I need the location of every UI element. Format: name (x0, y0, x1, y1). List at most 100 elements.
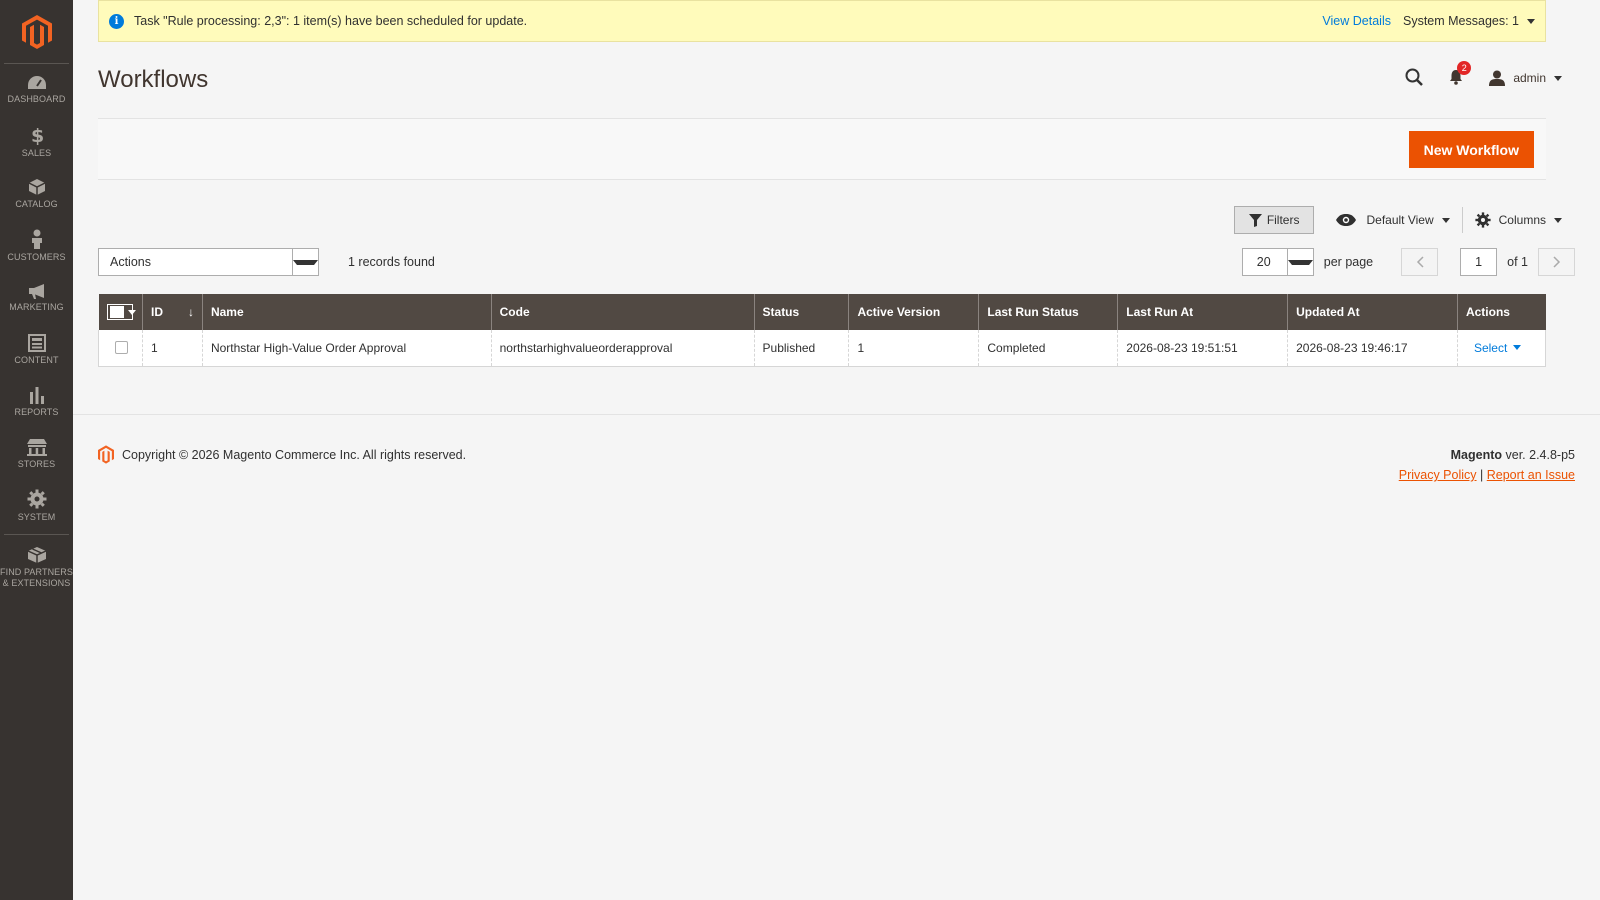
main-content: i Task "Rule processing: 2,3": 1 item(s)… (73, 0, 1600, 900)
dropdown-toggle[interactable] (1286, 249, 1313, 275)
pagination: 20 per page 1 of 1 (1241, 248, 1575, 276)
column-header-active-version[interactable]: Active Version (848, 294, 979, 330)
column-header-id[interactable]: ID ↓ (141, 294, 203, 330)
svg-text:$: $ (31, 125, 44, 145)
chevron-left-icon (1416, 256, 1424, 268)
cell-last-run-at: 2026-08-23 19:51:51 (1117, 330, 1288, 367)
sidebar-item-content[interactable]: CONTENT (0, 324, 73, 376)
notifications-button[interactable]: 2 (1449, 60, 1472, 88)
default-view-dropdown[interactable]: Default View (1336, 213, 1450, 227)
sidebar-item-label: FIND PARTNERS (0, 566, 73, 577)
next-page-button[interactable] (1538, 248, 1575, 276)
search-icon (1405, 68, 1424, 86)
sidebar-item-label: MARKETING (9, 302, 64, 312)
page-actions-bar: New Workflow (98, 118, 1546, 180)
row-action-label: Select (1473, 340, 1508, 355)
cell-last-run-status: Completed (978, 330, 1118, 367)
row-checkbox[interactable] (115, 341, 128, 355)
sidebar-item-label: REPORTS (14, 407, 59, 417)
chevron-down-icon (1527, 18, 1535, 24)
view-details-link[interactable]: View Details (1322, 14, 1391, 28)
system-messages-label: System Messages: 1 (1402, 14, 1519, 28)
sidebar-item-reports[interactable]: REPORTS (0, 376, 73, 428)
sidebar-item-label: SALES (21, 148, 52, 158)
current-page-input[interactable]: 1 (1460, 248, 1498, 276)
cell-updated-at: 2026-08-23 19:46:17 (1287, 330, 1458, 367)
mass-select-checkbox[interactable] (106, 304, 136, 320)
sidebar-item-dashboard[interactable]: DASHBOARD (0, 64, 73, 116)
dropdown-toggle[interactable] (292, 249, 318, 275)
sidebar-item-stores[interactable]: STORES (0, 428, 73, 480)
report-issue-link[interactable]: Report an Issue (1487, 468, 1575, 482)
system-messages-toggle[interactable]: System Messages: 1 (1403, 14, 1535, 28)
system-message-bar: i Task "Rule processing: 2,3": 1 item(s)… (98, 0, 1546, 42)
brand-name: Magento (1450, 448, 1503, 462)
gear-icon (27, 489, 46, 509)
column-header-last-run-status[interactable]: Last Run Status (978, 294, 1118, 330)
table-header-row: ID ↓ Name Code Status Active Version Last… (98, 294, 1546, 330)
chevron-down-icon (1287, 259, 1313, 265)
sidebar-item-label: & EXTENSIONS (2, 577, 71, 588)
mass-select-header[interactable] (98, 294, 143, 330)
admin-user-menu[interactable]: admin (1489, 70, 1562, 86)
footer-separator: | (1480, 468, 1484, 482)
sidebar-item-find-partners[interactable]: FIND PARTNERS & EXTENSIONS (0, 537, 73, 597)
sidebar-item-sales[interactable]: $ SALES (0, 116, 73, 168)
column-header-last-run-at[interactable]: Last Run At (1117, 294, 1288, 330)
row-select-cell (98, 330, 143, 367)
column-header-name[interactable]: Name (201, 294, 492, 330)
eye-icon (1336, 214, 1357, 226)
previous-page-button[interactable] (1401, 248, 1439, 276)
workflows-grid: ID ↓ Name Code Status Active Version Last… (98, 294, 1547, 367)
table-row[interactable]: 1 Northstar High-Value Order Approval no… (98, 330, 1547, 367)
magento-logo-icon (98, 445, 114, 464)
column-header-updated-at[interactable]: Updated At (1287, 294, 1458, 330)
layout-icon (27, 334, 46, 352)
notification-count-badge: 2 (1457, 60, 1472, 75)
version-text: ver. 2.4.8-p5 (1505, 448, 1576, 462)
cell-id: 1 (141, 330, 203, 367)
toolbar-divider (1461, 207, 1463, 233)
row-action-select[interactable]: Select (1473, 340, 1522, 355)
columns-label: Columns (1498, 213, 1546, 227)
sidebar-item-label: CONTENT (14, 355, 59, 365)
per-page-value: 20 (1256, 255, 1271, 269)
cube-icon (28, 179, 45, 195)
columns-dropdown[interactable]: Columns (1475, 212, 1562, 228)
sidebar-divider (4, 534, 69, 535)
column-header-code[interactable]: Code (490, 294, 755, 330)
sidebar-item-label: CATALOG (15, 199, 58, 209)
header-tools: 2 admin (1405, 60, 1562, 90)
person-icon (31, 229, 42, 249)
mass-actions-select[interactable]: Actions (98, 248, 319, 276)
sidebar-item-system[interactable]: SYSTEM (0, 480, 73, 532)
version-info: Magento ver. 2.4.8-p5 Privacy Policy | R… (1399, 445, 1575, 485)
filter-icon (1248, 213, 1262, 227)
cell-actions: Select (1456, 330, 1547, 367)
column-header-status[interactable]: Status (753, 294, 849, 330)
grid-toolbar: Filters Default View Columns (1233, 206, 1562, 234)
sort-arrow-icon: ↓ (187, 305, 194, 319)
page-footer: Copyright © 2026 Magento Commerce Inc. A… (73, 414, 1600, 900)
records-found-count: 1 records found (348, 255, 435, 269)
magento-logo[interactable] (4, 0, 69, 64)
new-workflow-button[interactable]: New Workflow (1408, 131, 1534, 168)
chevron-down-icon (1554, 217, 1562, 223)
chevron-down-icon (1441, 217, 1450, 223)
cell-name: Northstar High-Value Order Approval (201, 330, 492, 367)
search-button[interactable] (1405, 68, 1424, 89)
sidebar-item-customers[interactable]: CUSTOMERS (0, 220, 73, 272)
sidebar-item-marketing[interactable]: MARKETING (0, 272, 73, 324)
per-page-label: per page (1323, 255, 1374, 269)
per-page-select[interactable]: 20 (1241, 248, 1314, 276)
privacy-policy-link[interactable]: Privacy Policy (1399, 468, 1477, 482)
dashboard-icon (27, 76, 46, 89)
sidebar-item-catalog[interactable]: CATALOG (0, 168, 73, 220)
megaphone-icon (28, 284, 44, 299)
mass-actions-label: Actions (110, 255, 151, 269)
sidebar-item-label: SYSTEM (17, 512, 56, 522)
sidebar-item-label: CUSTOMERS (7, 252, 66, 262)
filters-button[interactable]: Filters (1233, 206, 1315, 234)
admin-username: admin (1513, 71, 1546, 85)
default-view-label: Default View (1366, 213, 1434, 227)
